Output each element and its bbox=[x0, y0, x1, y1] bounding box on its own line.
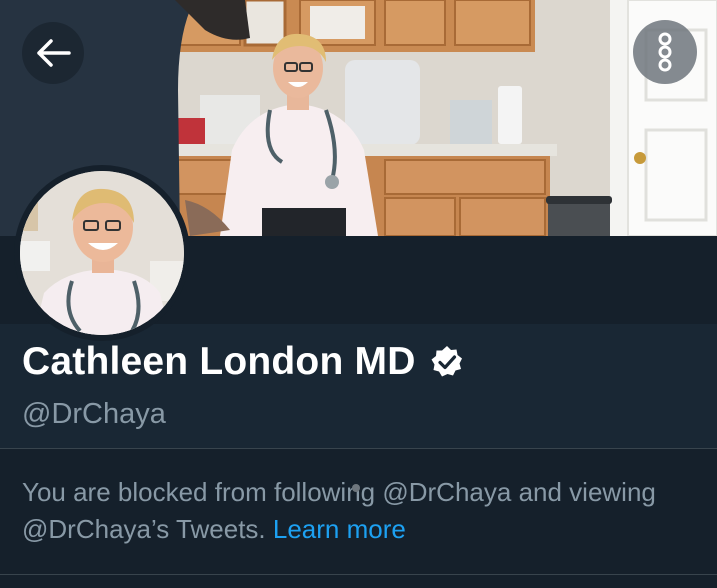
learn-more-link[interactable]: Learn more bbox=[273, 514, 406, 544]
profile-screen: Cathleen London MD @DrChaya You are bloc… bbox=[0, 0, 717, 588]
profile-handle: @DrChaya bbox=[22, 398, 166, 430]
more-options-button[interactable] bbox=[633, 20, 697, 84]
scroll-indicator bbox=[352, 484, 360, 492]
display-name-row: Cathleen London MD bbox=[22, 340, 464, 384]
display-name: Cathleen London MD bbox=[22, 340, 416, 383]
blocked-notice: You are blocked from following @DrChaya … bbox=[22, 474, 662, 548]
back-arrow-icon bbox=[37, 39, 71, 67]
more-vertical-icon bbox=[658, 32, 672, 72]
avatar-image bbox=[20, 171, 184, 335]
back-button[interactable] bbox=[22, 22, 84, 84]
bottom-divider bbox=[0, 574, 717, 575]
avatar[interactable] bbox=[14, 165, 190, 341]
verified-badge-icon bbox=[431, 346, 462, 377]
